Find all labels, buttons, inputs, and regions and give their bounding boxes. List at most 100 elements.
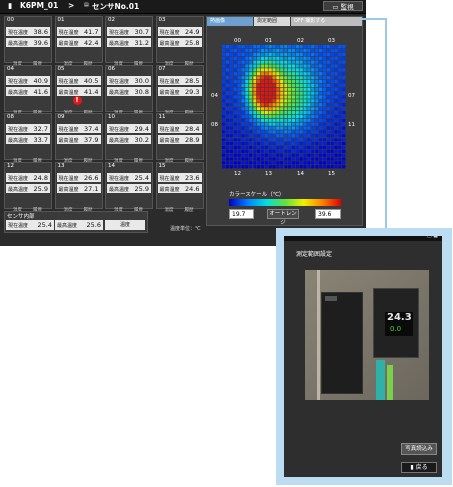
heatmap-cell — [322, 68, 327, 72]
heatmap-cell — [229, 99, 234, 103]
heatmap-cell — [253, 45, 257, 49]
heatmap-cell — [326, 141, 330, 146]
heatmap-cell — [264, 60, 268, 64]
heatmap-cell — [237, 56, 241, 60]
heatmap-cell — [222, 122, 226, 126]
heatmap-cell — [326, 56, 330, 60]
sensor-tile-09[interactable]: 09現在温度37.4最高温度37.9温度履歴 — [54, 113, 103, 164]
heatmap-cell — [330, 95, 334, 99]
photo-din-rail — [317, 270, 320, 400]
heatmap-cell — [229, 161, 234, 165]
heatmap-cell — [256, 153, 261, 157]
heatmap-cell — [225, 103, 230, 107]
heatmap-cell — [342, 165, 346, 169]
current-temp-label: 現在温度 — [109, 175, 130, 182]
camera-photo[interactable]: 24.3 0.0 — [305, 270, 429, 400]
auto-range-button[interactable]: オートレンジ — [267, 209, 299, 226]
current-temp-row: 現在温度 29.4 — [107, 124, 151, 133]
heatmap-cell — [249, 48, 253, 53]
sensor-tile-07[interactable]: 07現在温度28.5最高温度29.3温度履歴 — [155, 64, 204, 116]
tab-measure-range[interactable]: 測定範囲 — [254, 17, 290, 26]
heatmap-cell — [245, 145, 249, 150]
sensor-tile-04[interactable]: 04現在温度40.9最高温度41.6温度履歴 — [4, 64, 52, 116]
heatmap-cell — [315, 72, 319, 76]
heatmap-cell — [237, 72, 241, 76]
device-name[interactable]: K6PM_01 — [20, 1, 58, 10]
scale-min-input[interactable]: 19.7 — [229, 209, 254, 219]
sensor-tile-15[interactable]: 15 現在温度 23.6 最高温度 24.6 温度 履歴 — [155, 161, 204, 213]
heatmap-cell — [241, 145, 245, 150]
heatmap-cell — [280, 138, 284, 142]
heatmap-cell — [311, 56, 315, 60]
thermal-heatmap[interactable] — [222, 45, 346, 169]
heatmap-cell — [318, 103, 323, 107]
current-temp-value: 29.4 — [134, 125, 149, 133]
warning-icon: ! — [72, 95, 82, 105]
heatmap-cell — [229, 64, 234, 68]
heatmap-cell — [311, 130, 315, 134]
sensor-tile-11[interactable]: 11現在温度28.4最高温度28.9温度履歴 — [155, 113, 204, 164]
tile-number: 11 — [158, 114, 166, 120]
heatmap-cell — [318, 107, 323, 111]
heatmap-cell — [225, 87, 230, 91]
sensor-tile-06[interactable]: 06現在温度30.0最高温度30.8温度履歴 — [105, 64, 153, 116]
heatmap-cell — [272, 114, 276, 119]
back-button[interactable]: ▮ 戻る — [401, 462, 437, 473]
heatmap-cell — [229, 114, 234, 119]
heatmap-cell — [264, 165, 268, 169]
sensor-tile-00[interactable]: 00現在温度38.6最高温度39.6温度履歴 — [4, 16, 52, 67]
heatmap-cell — [303, 118, 307, 122]
monitor-button[interactable]: ▭ 監視 — [323, 1, 363, 11]
sensor-tile-01[interactable]: 01現在温度41.7最高温度42.4温度履歴 — [54, 16, 103, 67]
internal-temp-button[interactable]: 温度 — [105, 220, 145, 230]
heatmap-cell — [326, 126, 330, 130]
tile-temp-link[interactable]: 温度 — [165, 207, 174, 213]
dialog-monitor-icon: ▭ ▬ — [426, 234, 438, 240]
heatmap-cell — [318, 130, 323, 134]
sensor-tile-08[interactable]: 08現在温度32.7最高温度33.7温度履歴 — [4, 113, 52, 164]
heatmap-cell — [260, 126, 265, 130]
heatmap-cell — [276, 107, 280, 111]
heatmap-cell — [222, 103, 226, 107]
heatmap-cell — [260, 64, 265, 68]
heatmap-cell — [225, 107, 230, 111]
sensor-tile-03[interactable]: 03現在温度24.9最高温度25.8温度履歴 — [155, 16, 204, 67]
heatmap-cell — [264, 157, 268, 161]
heatmap-cell — [229, 107, 234, 111]
heatmap-cell — [272, 64, 276, 68]
heatmap-cell — [280, 76, 284, 80]
tile-history-link[interactable]: 履歴 — [185, 207, 194, 213]
tab-capture[interactable]: OFF 撮影する — [291, 17, 362, 26]
sensor-tile-02[interactable]: 02現在温度30.7最高温度31.2温度履歴 — [105, 16, 153, 67]
load-photo-button[interactable]: 写真読込み — [401, 443, 437, 455]
sensor-tile-05[interactable]: 05現在温度40.5最高温度41.4温度履歴! — [54, 64, 103, 116]
heatmap-cell — [291, 141, 296, 146]
heatmap-cell — [330, 79, 334, 84]
current-temp-label: 現在温度 — [159, 30, 180, 36]
heatmap-cell — [225, 76, 230, 80]
scale-max-input[interactable]: 39.6 — [315, 209, 341, 219]
heatmap-cell — [315, 79, 319, 84]
tab-thermal-image[interactable]: 熱画像 — [207, 17, 253, 26]
sensor-tile-13[interactable]: 13 現在温度 26.6 最高温度 27.1 温度 履歴 — [54, 161, 103, 213]
current-temp-label: 現在温度 — [109, 127, 130, 133]
max-temp-row: 最高温度 27.1 — [56, 183, 101, 193]
bottom-label-14: 14 — [297, 171, 304, 177]
heatmap-cell — [233, 149, 237, 153]
heatmap-cell — [249, 52, 253, 57]
current-temp-value: 26.6 — [84, 173, 99, 182]
heatmap-cell — [322, 76, 327, 80]
max-temp-row: 最高温度 25.9 — [6, 183, 50, 193]
heatmap-cell — [291, 114, 296, 119]
current-temp-label: 現在温度 — [58, 30, 79, 36]
heatmap-cell — [225, 72, 230, 76]
heatmap-cell — [245, 110, 249, 115]
heatmap-cell — [342, 141, 346, 146]
sensor-tile-10[interactable]: 10現在温度29.4最高温度30.2温度履歴 — [105, 113, 153, 164]
sensor-tile-14[interactable]: 14 現在温度 25.4 最高温度 25.9 温度 履歴 — [105, 161, 153, 213]
heatmap-cell — [253, 72, 257, 76]
heatmap-cell — [237, 165, 241, 169]
heatmap-cell — [307, 138, 311, 142]
heatmap-cell — [268, 138, 272, 142]
sensor-tile-12[interactable]: 12 現在温度 24.8 最高温度 25.9 温度 履歴 — [4, 161, 52, 213]
